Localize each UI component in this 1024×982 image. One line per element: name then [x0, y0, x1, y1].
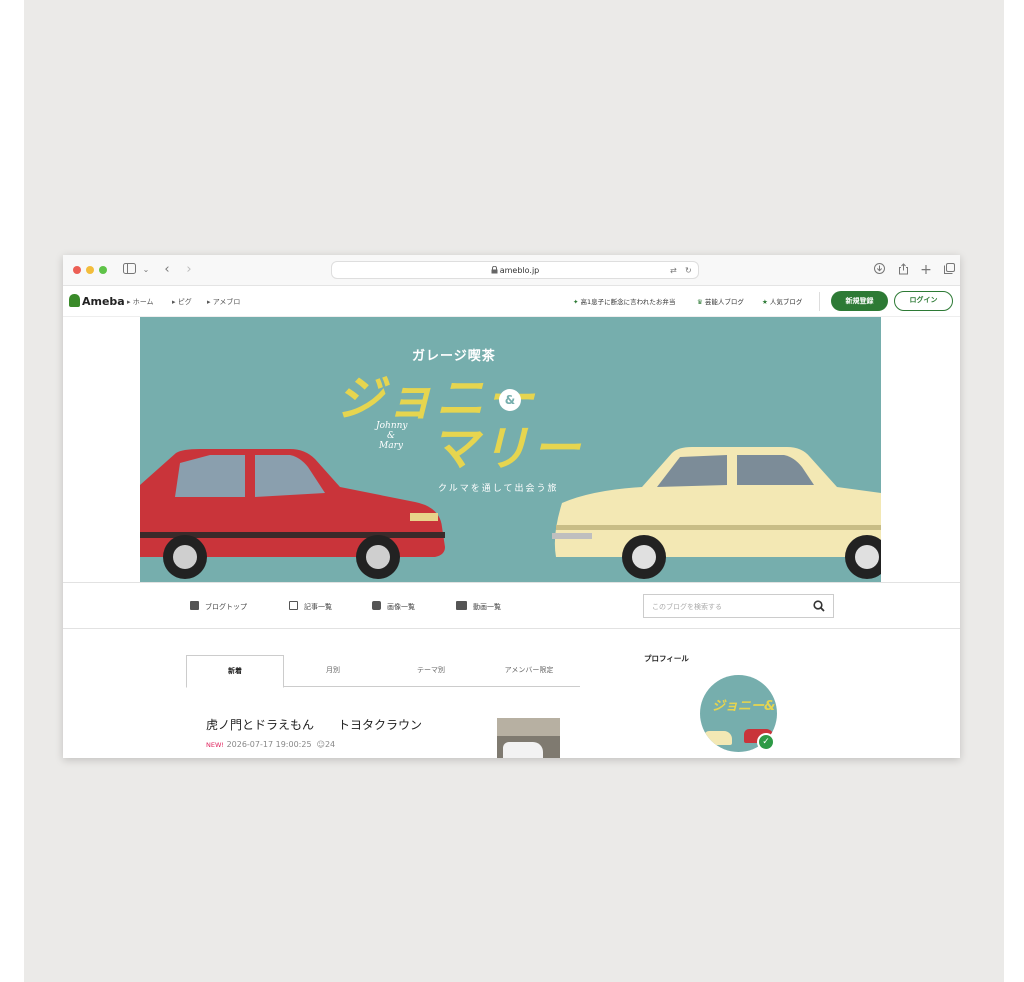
- forward-icon[interactable]: ›: [184, 263, 194, 277]
- search-placeholder: このブログを検索する: [652, 603, 722, 611]
- minimize-window-button[interactable]: [86, 266, 94, 274]
- back-icon[interactable]: ‹: [162, 263, 172, 277]
- copy-icon: [289, 601, 298, 610]
- nav-label: 記事一覧: [304, 603, 332, 611]
- chevron-down-icon[interactable]: ⌄: [142, 263, 150, 277]
- new-badge: NEW!: [206, 741, 225, 749]
- banner-title-mary: マリー: [430, 421, 584, 477]
- header-link-label: 高1息子に断念に言われたお弁当: [580, 298, 676, 306]
- article-tabs: 新着 月別 テーマ別 アメンバー限定: [186, 655, 580, 688]
- crown-icon: ♛: [697, 298, 703, 306]
- site-header: Ameba ▸ ホーム ▸ ピグ ▸ アメブロ ✦ 高1息子に断念に言われたお弁…: [63, 286, 960, 317]
- close-window-button[interactable]: [73, 266, 81, 274]
- banner-script-text: Johnny & Mary: [376, 421, 408, 451]
- nav-articles[interactable]: 記事一覧: [289, 601, 332, 612]
- header-divider: [819, 292, 820, 311]
- avatar-cream-car: [704, 731, 732, 745]
- zoom-window-button[interactable]: [99, 266, 107, 274]
- ameba-frog-icon: [69, 294, 80, 307]
- cream-car-illustration: [552, 447, 881, 579]
- search-icon[interactable]: [813, 600, 825, 612]
- ameba-logo[interactable]: Ameba: [69, 294, 125, 309]
- translate-icon[interactable]: ⇄: [670, 265, 677, 276]
- article-meta: NEW! 2026-07-17 19:00:25 ☺24: [206, 740, 335, 750]
- address-bar[interactable]: ameblo.jp ⇄ ↻: [331, 261, 699, 279]
- nav-images[interactable]: 画像一覧: [372, 601, 415, 612]
- blog-nav: ブログトップ 記事一覧 画像一覧 動画一覧 このブログを検索する: [63, 582, 960, 629]
- header-link-label: 芸能人ブログ: [704, 298, 744, 306]
- nav-blog-top[interactable]: ブログトップ: [190, 601, 247, 612]
- share-icon[interactable]: [897, 263, 909, 277]
- banner-ampersand: &: [499, 389, 521, 411]
- red-car-illustration: [140, 449, 445, 579]
- like-count: 24: [324, 740, 336, 749]
- url-text: ameblo.jp: [332, 262, 698, 279]
- article-date: 2026-07-17 19:00:25: [226, 740, 312, 749]
- register-button[interactable]: 新規登録: [831, 291, 888, 311]
- breadcrumb-label: ホーム: [132, 298, 154, 306]
- tab-theme[interactable]: テーマ別: [382, 655, 480, 687]
- header-link-popular[interactable]: ★ 人気ブログ: [762, 297, 802, 307]
- avatar-text: ジョニー&マリー: [712, 699, 777, 714]
- sidebar-toggle-icon[interactable]: [122, 263, 136, 277]
- new-tab-icon[interactable]: +: [920, 263, 932, 277]
- breadcrumb-ameblo[interactable]: ▸ アメブロ: [207, 297, 240, 307]
- document-icon: [190, 601, 199, 610]
- nav-videos[interactable]: 動画一覧: [456, 601, 501, 612]
- breadcrumb-home[interactable]: ▸ ホーム: [127, 297, 154, 307]
- blog-header-banner[interactable]: ガレージ喫茶 ジョニー & Johnny & Mary マリー クルマを通して出…: [140, 317, 881, 582]
- article-title[interactable]: 虎ノ門とドラえもん トヨタクラウン: [206, 717, 422, 733]
- logo-text: Ameba: [82, 295, 125, 308]
- verified-check-icon: ✓: [757, 733, 775, 751]
- login-button[interactable]: ログイン: [894, 291, 953, 311]
- breadcrumb-pigg[interactable]: ▸ ピグ: [172, 297, 192, 307]
- nav-label: ブログトップ: [205, 603, 247, 611]
- sparkle-icon: ✦: [573, 298, 579, 306]
- download-icon[interactable]: [873, 263, 885, 277]
- video-icon: [456, 601, 467, 610]
- browser-window: ⌄ ‹ › ameblo.jp ⇄ ↻ + Ameba ▸ ホーム ▸ ピグ ▸…: [63, 255, 960, 758]
- tab-amember[interactable]: アメンバー限定: [480, 655, 578, 687]
- header-link-label: 人気ブログ: [769, 298, 803, 306]
- tab-latest[interactable]: 新着: [186, 655, 284, 688]
- camera-icon: [372, 601, 381, 610]
- browser-toolbar: ⌄ ‹ › ameblo.jp ⇄ ↻ +: [63, 255, 960, 286]
- lock-icon: [491, 265, 498, 274]
- tab-monthly[interactable]: 月別: [284, 655, 382, 687]
- breadcrumb-label: ピグ: [177, 298, 192, 306]
- article-thumbnail[interactable]: [497, 718, 560, 758]
- nav-label: 動画一覧: [473, 603, 501, 611]
- blog-search-input[interactable]: このブログを検索する: [643, 594, 834, 618]
- smile-icon: ☺: [316, 740, 325, 749]
- url-label: ameblo.jp: [499, 266, 540, 275]
- breadcrumb-label: アメブロ: [212, 298, 241, 306]
- tab-overview-icon[interactable]: [943, 263, 955, 277]
- banner-tagline: クルマを通して出会う旅: [438, 484, 559, 494]
- header-link-bento[interactable]: ✦ 高1息子に断念に言われたお弁当: [573, 297, 675, 307]
- nav-label: 画像一覧: [387, 603, 415, 611]
- star-icon: ★: [762, 298, 768, 306]
- reload-icon[interactable]: ↻: [685, 265, 692, 276]
- header-link-celebrity[interactable]: ♛ 芸能人ブログ: [697, 297, 744, 307]
- profile-heading: プロフィール: [644, 654, 689, 663]
